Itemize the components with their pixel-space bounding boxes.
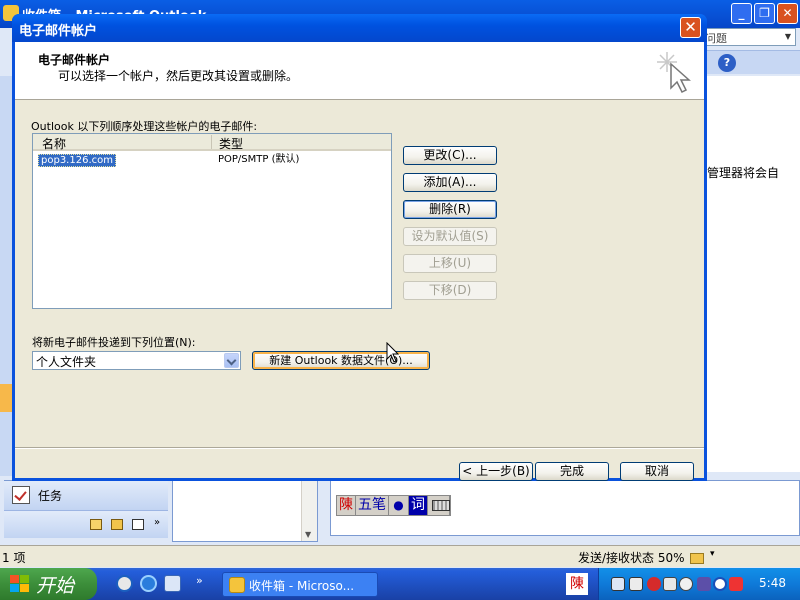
windows-logo-icon xyxy=(10,575,30,593)
usb-icon[interactable] xyxy=(697,577,711,591)
chevron-down-icon[interactable]: ▼ xyxy=(781,29,795,45)
deliver-location-select[interactable]: 个人文件夹 xyxy=(32,351,241,370)
network-icon[interactable] xyxy=(629,577,643,591)
change-account-button[interactable]: 更改(C)... xyxy=(403,146,497,165)
ime-phrase-button[interactable]: 词 xyxy=(409,496,428,515)
start-button[interactable]: 开始 xyxy=(0,568,97,600)
dialog-titlebar[interactable]: 电子邮件帐户 ✕ xyxy=(12,14,707,42)
column-header-name[interactable]: 名称 xyxy=(33,135,212,151)
start-label: 开始 xyxy=(36,575,75,597)
media-player-icon[interactable] xyxy=(116,575,133,592)
antivirus-icon[interactable] xyxy=(647,577,661,591)
add-account-button[interactable]: 添加(A)... xyxy=(403,173,497,192)
chevron-down-icon[interactable]: ▼ xyxy=(305,530,311,539)
nav-item-tasks-label: 任务 xyxy=(38,489,63,503)
deliver-location-label: 将新电子邮件投递到下列位置(N): xyxy=(32,336,196,349)
internet-explorer-icon[interactable] xyxy=(140,575,157,592)
item-count: 1 项 xyxy=(2,551,26,565)
wizard-heading: 电子邮件帐户 xyxy=(38,53,111,67)
outlook-express-icon[interactable] xyxy=(164,575,181,592)
display-icon[interactable] xyxy=(611,577,625,591)
dialog-title: 电子邮件帐户 xyxy=(19,24,98,39)
message-list-scrollbar[interactable]: ▼ xyxy=(301,481,317,541)
footer-divider xyxy=(15,447,704,449)
volume-icon[interactable] xyxy=(663,577,677,591)
deliver-location-value: 个人文件夹 xyxy=(36,355,97,369)
remove-account-button[interactable]: 删除(R) xyxy=(403,200,497,219)
account-name-cell[interactable]: pop3.126.com xyxy=(38,154,116,167)
clock-app-icon[interactable] xyxy=(679,577,693,591)
outlook-app-icon xyxy=(229,577,245,593)
account-type-cell: POP/SMTP (默认) xyxy=(218,154,300,165)
minimize-button[interactable]: _ xyxy=(731,3,752,24)
maximize-button[interactable]: ❐ xyxy=(754,3,775,24)
close-button[interactable]: ✕ xyxy=(777,3,798,24)
help-icon[interactable]: ? xyxy=(718,54,736,72)
ime-mode-button[interactable]: 陳 xyxy=(337,496,356,515)
email-accounts-dialog: 电子邮件帐户 ✕ 电子邮件帐户 可以选择一个帐户，然后更改其设置或删除。 Out… xyxy=(12,14,707,481)
outlook-toolbar: ? xyxy=(706,50,800,74)
ime-wubi-button[interactable]: 五笔 xyxy=(356,496,389,515)
system-tray: 5:48 xyxy=(598,568,800,600)
account-list-header: 名称 类型 xyxy=(33,134,391,151)
account-list-caption: Outlook 以下列顺序处理这些帐户的电子邮件: xyxy=(31,120,258,133)
taskbar-item-label: 收件箱 - Microso... xyxy=(249,579,355,593)
move-down-button[interactable]: 下移(D) xyxy=(403,281,497,300)
taskbar: 开始 » 收件箱 - Microso... 陳 5:48 xyxy=(0,568,800,600)
dialog-body: 电子邮件帐户 可以选择一个帐户，然后更改其设置或删除。 Outlook 以下列顺… xyxy=(15,42,704,481)
status-bar: 1 项 发送/接收状态 50% ▾ xyxy=(0,545,800,567)
cancel-button[interactable]: 取消 xyxy=(620,462,694,481)
message-list[interactable]: ▼ xyxy=(172,480,318,542)
send-receive-icon[interactable] xyxy=(690,550,706,564)
ime-punctuation-button[interactable]: ● xyxy=(389,496,409,515)
help-search-text: 问题 xyxy=(705,32,727,45)
dialog-close-button[interactable]: ✕ xyxy=(680,17,701,38)
tray-ime-indicator[interactable]: 陳 xyxy=(566,573,588,595)
tasks-icon xyxy=(12,486,30,504)
quick-launch-bar: » xyxy=(116,574,212,593)
folder-icon[interactable] xyxy=(111,519,123,530)
new-data-file-button[interactable]: 新建 Outlook 数据文件(O)... xyxy=(252,351,430,370)
help-search-box[interactable]: 问题 ▼ xyxy=(700,28,796,46)
navigation-pane: 任务 » xyxy=(4,480,168,540)
wizard-header: 电子邮件帐户 可以选择一个帐户，然后更改其设置或删除。 xyxy=(15,42,704,100)
selected-nav-highlight xyxy=(0,384,12,412)
sync-status: 发送/接收状态 50% xyxy=(578,551,685,565)
back-button[interactable]: < 上一步(B) xyxy=(459,462,533,481)
qq-icon[interactable] xyxy=(713,577,727,591)
wizard-subheading: 可以选择一个帐户，然后更改其设置或删除。 xyxy=(58,69,299,83)
ime-toolbar: 陳 五笔 ● 词 xyxy=(336,495,451,516)
reading-pane: 管理器将会自 xyxy=(706,76,800,472)
finish-button[interactable]: 完成 xyxy=(535,462,609,481)
account-row[interactable]: pop3.126.com POP/SMTP (默认) xyxy=(35,154,391,168)
nav-shortcut-bar: » xyxy=(4,510,168,538)
mouse-pointer-icon xyxy=(386,342,400,363)
reading-pane-text: 管理器将会自 xyxy=(707,166,780,180)
account-list[interactable]: 名称 类型 pop3.126.com POP/SMTP (默认) xyxy=(32,133,392,309)
taskbar-item-outlook[interactable]: 收件箱 - Microso... xyxy=(222,572,378,597)
wizard-sparkle-cursor-icon xyxy=(657,52,691,94)
navigation-pane-edge xyxy=(0,76,12,476)
keyboard-icon[interactable] xyxy=(428,496,450,515)
chevron-down-icon[interactable]: ▾ xyxy=(710,549,715,559)
nav-more-chevron-icon[interactable]: » xyxy=(154,517,160,528)
lightning-icon[interactable] xyxy=(729,577,743,591)
move-up-button[interactable]: 上移(U) xyxy=(403,254,497,273)
chevron-down-icon[interactable] xyxy=(224,353,239,368)
column-header-type[interactable]: 类型 xyxy=(213,135,391,151)
quick-launch-more-icon[interactable]: » xyxy=(196,574,203,587)
notes-icon[interactable] xyxy=(90,519,102,530)
shortcut-icon[interactable] xyxy=(132,519,144,530)
system-clock[interactable]: 5:48 xyxy=(759,576,786,590)
nav-item-tasks[interactable]: 任务 xyxy=(4,480,168,510)
set-default-button[interactable]: 设为默认值(S) xyxy=(403,227,497,246)
